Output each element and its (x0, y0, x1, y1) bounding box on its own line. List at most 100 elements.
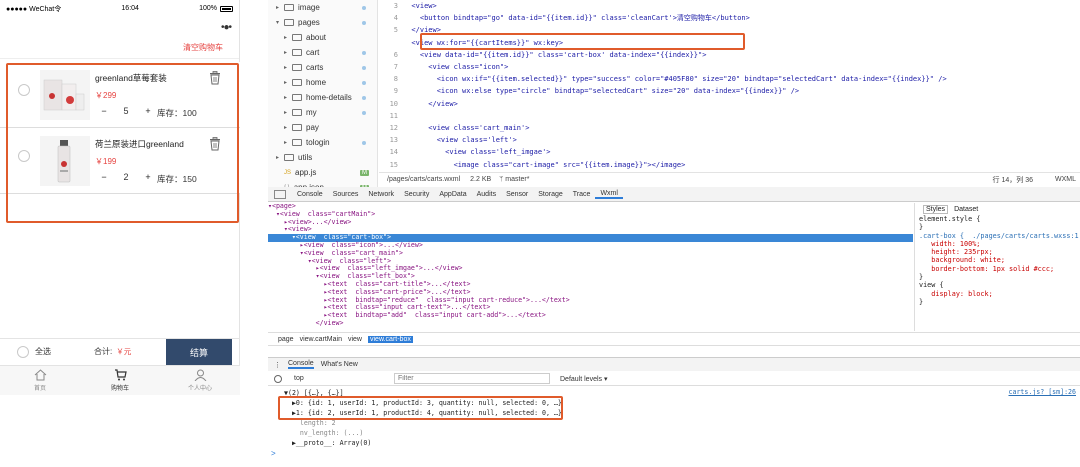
more-menu-icon[interactable]: •●• (221, 22, 232, 33)
tab-profile[interactable]: 个人中心 (160, 366, 240, 395)
breadcrumb-item[interactable]: view.cart-box (368, 335, 413, 343)
tree-item[interactable]: ▸ home-details (268, 90, 377, 105)
tab-appdata[interactable]: AppData (434, 191, 471, 198)
trash-icon[interactable] (209, 71, 221, 85)
wxml-node[interactable]: ▸<text bindtap="add" class="input cart-a… (268, 311, 913, 320)
tree-item[interactable]: ▸ image (268, 0, 377, 15)
devtools-tab-bar: Console Sources Network Security AppData Audi… (268, 187, 1080, 202)
tab-console[interactable]: Console (292, 191, 328, 198)
tree-item[interactable]: ▾ pages (268, 15, 377, 30)
console-line[interactable]: ▼(2) [{…}, {…}] (268, 388, 1080, 398)
modified-dot-icon (362, 50, 366, 55)
wxml-node[interactable]: ▾<view class="cartMain"> (268, 210, 913, 219)
select-item-radio[interactable] (18, 150, 30, 162)
line-number: 11 (389, 111, 398, 120)
context-select[interactable]: top (294, 375, 374, 382)
tree-item[interactable]: ▸ my (268, 105, 377, 120)
code-line: <view wx:for="{{cartItems}}" wx:key> (379, 37, 1080, 49)
tab-dataset[interactable]: Dataset (954, 206, 978, 213)
tree-item-label: cart (306, 48, 320, 57)
tab-console-2[interactable]: What's New (321, 361, 358, 368)
tab-sensor[interactable]: Sensor (501, 191, 533, 198)
console-prompt[interactable]: > (271, 449, 276, 458)
tab-security[interactable]: Security (399, 191, 434, 198)
console-line[interactable]: ▶0: {id: 1, userId: 1, productId: 3, qua… (268, 398, 1080, 408)
tab-styles[interactable]: Styles (923, 204, 949, 214)
git-branch[interactable]: ᛘ master* (499, 176, 529, 183)
code-line: 5 </view> (379, 24, 1080, 36)
line-text: <view class="icon"> (403, 63, 509, 72)
checkout-button[interactable]: 结算 (166, 339, 232, 365)
folder-icon (284, 154, 294, 161)
tree-item[interactable]: ▸ home (268, 75, 377, 90)
style-rule-line: } (919, 297, 924, 306)
tree-item[interactable]: { }app.jsonM (268, 180, 377, 187)
line-text: <icon wx:else type="circle" bindtap="sel… (403, 87, 800, 96)
tree-item[interactable]: ▸ utils (268, 150, 377, 165)
total-value: ￥元 (116, 347, 132, 356)
tab-storage[interactable]: Storage (533, 191, 568, 198)
styles-panel: Styles Dataset element.style {} .cart-box… (914, 203, 1080, 331)
cart-item: 荷兰原装进口greenland ￥199 − 2 + 库存：150 (0, 128, 240, 194)
select-item-radio[interactable] (18, 84, 30, 96)
tree-item[interactable]: ▸ carts (268, 60, 377, 75)
code-line: 8 <icon wx:if="{{item.selected}}" type="… (379, 73, 1080, 85)
folder-icon (292, 109, 302, 116)
tab-sources[interactable]: Sources (328, 191, 364, 198)
chevron-icon: ▸ (284, 80, 288, 86)
tab-audits[interactable]: Audits (472, 191, 501, 198)
inspect-icon[interactable] (274, 189, 286, 199)
wxml-node[interactable]: ▸<view>...</view> (268, 218, 913, 227)
line-text: <view class='cart_main'> (403, 123, 530, 132)
decrease-button[interactable]: − (99, 106, 109, 116)
folder-icon (292, 34, 302, 41)
language-mode[interactable]: WXML (1055, 176, 1076, 183)
line-number: 15 (389, 160, 398, 169)
wxml-tree[interactable]: ▾<page> ▾<view class="cartMain"> ▸<view>… (268, 203, 913, 331)
line-number: 7 (393, 63, 398, 72)
tree-item-label: carts (306, 63, 324, 72)
product-image (40, 136, 90, 186)
tab-wxml[interactable]: Wxml (595, 190, 623, 199)
line-number: 4 (393, 14, 398, 23)
quantity-value[interactable]: 2 (109, 172, 143, 182)
quantity-value[interactable]: 5 (109, 106, 143, 116)
tree-item[interactable]: ▸ tologin (268, 135, 377, 150)
tab-cart[interactable]: 购物车 (80, 366, 160, 395)
tree-item[interactable]: ▸ cart (268, 45, 377, 60)
log-levels-select[interactable]: Default levels ▾ (560, 375, 607, 383)
code-editor[interactable]: 3 <view> 4 <button bindtap="go" data-id="… (379, 0, 1080, 172)
breadcrumb-item[interactable]: view (348, 336, 362, 343)
tree-item[interactable]: ▸ about (268, 30, 377, 45)
tree-item-label: app.js (295, 168, 317, 177)
select-all-radio[interactable] (17, 345, 29, 358)
total-label: 合计: (94, 347, 113, 356)
decrease-button[interactable]: − (99, 172, 109, 182)
console-menu-icon[interactable]: ⋮ (274, 361, 281, 369)
console-line[interactable]: ▶__proto__: Array(0) (268, 438, 1080, 448)
increase-button[interactable]: + (143, 106, 153, 116)
breadcrumb-item[interactable]: view.cartMain (300, 336, 342, 343)
clear-console-icon[interactable] (274, 374, 282, 383)
source-link[interactable]: carts.js? [sm]:26 (1009, 388, 1077, 396)
tree-item[interactable]: ▸ pay (268, 120, 377, 135)
breadcrumb-item[interactable]: page (278, 336, 294, 343)
trash-icon[interactable] (209, 137, 221, 151)
style-rule-line: border-bottom: 1px solid #ccc; (919, 264, 1055, 273)
filter-input[interactable] (394, 373, 550, 384)
increase-button[interactable]: + (143, 172, 153, 182)
select-all-label[interactable]: 全选 (35, 346, 51, 357)
tree-item[interactable]: JS app.js M (268, 165, 377, 180)
line-number: 8 (393, 75, 398, 84)
clear-cart-button[interactable]: 清空购物车 (183, 42, 223, 53)
tree-item-label: about (306, 33, 327, 42)
folder-icon (284, 19, 294, 26)
tab-network[interactable]: Network (363, 191, 399, 198)
console-line[interactable]: ▶1: {id: 2, userId: 1, productId: 4, qua… (268, 408, 1080, 418)
tab-home[interactable]: 首页 (0, 366, 80, 395)
wxml-node[interactable]: </view> (268, 319, 913, 328)
home-icon (34, 369, 46, 381)
folder-icon (292, 79, 302, 86)
tab-trace[interactable]: Trace (568, 191, 596, 198)
tab-console-1[interactable]: Console (288, 360, 314, 369)
